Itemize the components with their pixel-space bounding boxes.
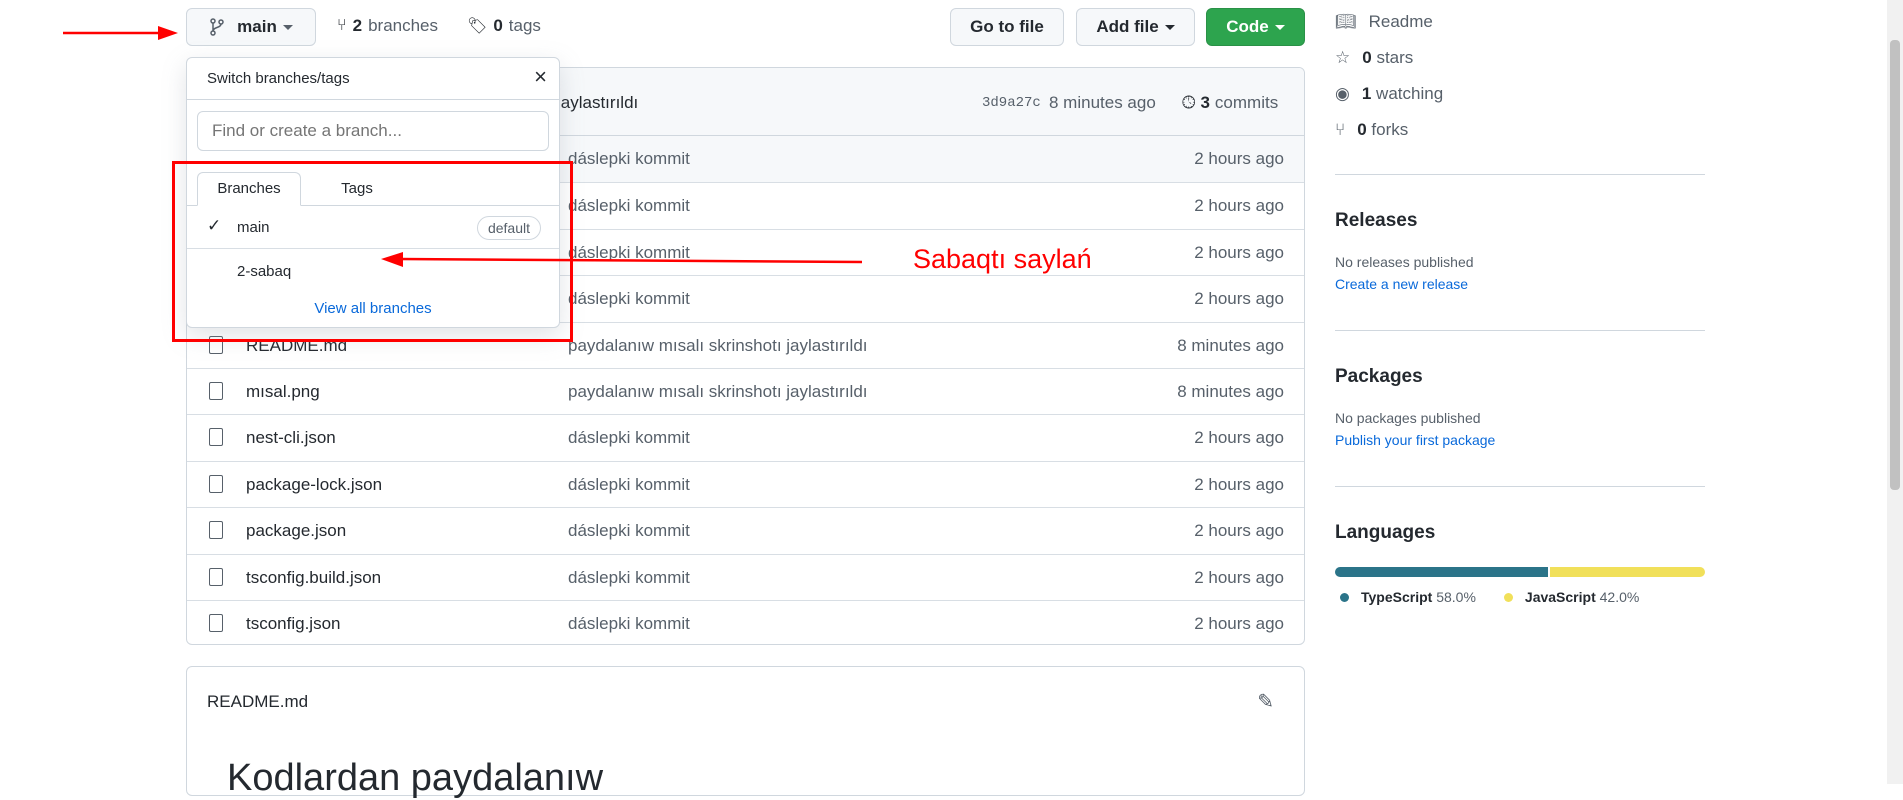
forks-label: forks bbox=[1371, 120, 1409, 139]
packages-section: Packages No packages published Publish y… bbox=[1335, 366, 1705, 448]
releases-title[interactable]: Releases bbox=[1335, 210, 1705, 232]
watching-label: watching bbox=[1376, 84, 1444, 103]
language-name: TypeScript bbox=[1361, 589, 1433, 605]
forks-count: 0 bbox=[1357, 120, 1367, 139]
language-bar-segment bbox=[1335, 567, 1549, 577]
language-bar bbox=[1335, 567, 1705, 577]
repo-stats: 📖︎ Readme ☆ 0 stars ◉ 1 watching ⑂ 0 forks bbox=[1335, 12, 1705, 156]
watching-count: 1 bbox=[1361, 84, 1372, 103]
forks-link[interactable]: ⑂ 0 forks bbox=[1335, 120, 1705, 156]
readme-label: Readme bbox=[1368, 12, 1433, 31]
star-icon: ☆ bbox=[1335, 48, 1351, 67]
create-release-link[interactable]: Create a new release bbox=[1335, 276, 1705, 292]
arrow-to-branch-item bbox=[381, 252, 863, 267]
publish-package-link[interactable]: Publish your first package bbox=[1335, 432, 1705, 448]
scrollbar[interactable] bbox=[1887, 0, 1903, 784]
language-item[interactable]: JavaScript 42.0% bbox=[1503, 589, 1640, 605]
stars-label: stars bbox=[1376, 48, 1414, 67]
language-dot-icon bbox=[1503, 593, 1513, 602]
stars-count: 0 bbox=[1362, 48, 1372, 67]
scrollbar-thumb[interactable] bbox=[1890, 40, 1900, 490]
releases-empty: No releases published bbox=[1335, 254, 1474, 270]
language-item[interactable]: TypeScript 58.0% bbox=[1340, 589, 1476, 605]
arrow-to-branch-button bbox=[63, 26, 178, 40]
releases-section: Releases No releases published Create a … bbox=[1335, 210, 1705, 292]
languages-title: Languages bbox=[1335, 522, 1436, 543]
languages-section: Languages TypeScript 58.0% JavaScript 42.… bbox=[1335, 522, 1705, 605]
divider bbox=[1335, 330, 1705, 331]
book-icon: 📖︎ bbox=[1335, 12, 1357, 31]
divider bbox=[1335, 174, 1705, 175]
readme-link[interactable]: 📖︎ Readme bbox=[1335, 12, 1705, 48]
language-dot-icon bbox=[1340, 593, 1349, 602]
fork-icon: ⑂ bbox=[1335, 120, 1346, 139]
watching-link[interactable]: ◉ 1 watching bbox=[1335, 84, 1705, 120]
packages-title[interactable]: Packages bbox=[1335, 366, 1705, 388]
language-legend: TypeScript 58.0% JavaScript 42.0% bbox=[1335, 589, 1705, 605]
language-percent: 58.0% bbox=[1436, 589, 1476, 605]
annotation-label: Sabaqtı saylań bbox=[913, 244, 1092, 274]
stars-link[interactable]: ☆ 0 stars bbox=[1335, 48, 1705, 84]
packages-empty: No packages published bbox=[1335, 410, 1481, 426]
language-percent: 42.0% bbox=[1599, 589, 1640, 605]
divider bbox=[1335, 486, 1705, 487]
language-bar-segment bbox=[1550, 567, 1705, 577]
eye-icon: ◉ bbox=[1335, 84, 1350, 103]
language-name: JavaScript bbox=[1524, 589, 1596, 605]
